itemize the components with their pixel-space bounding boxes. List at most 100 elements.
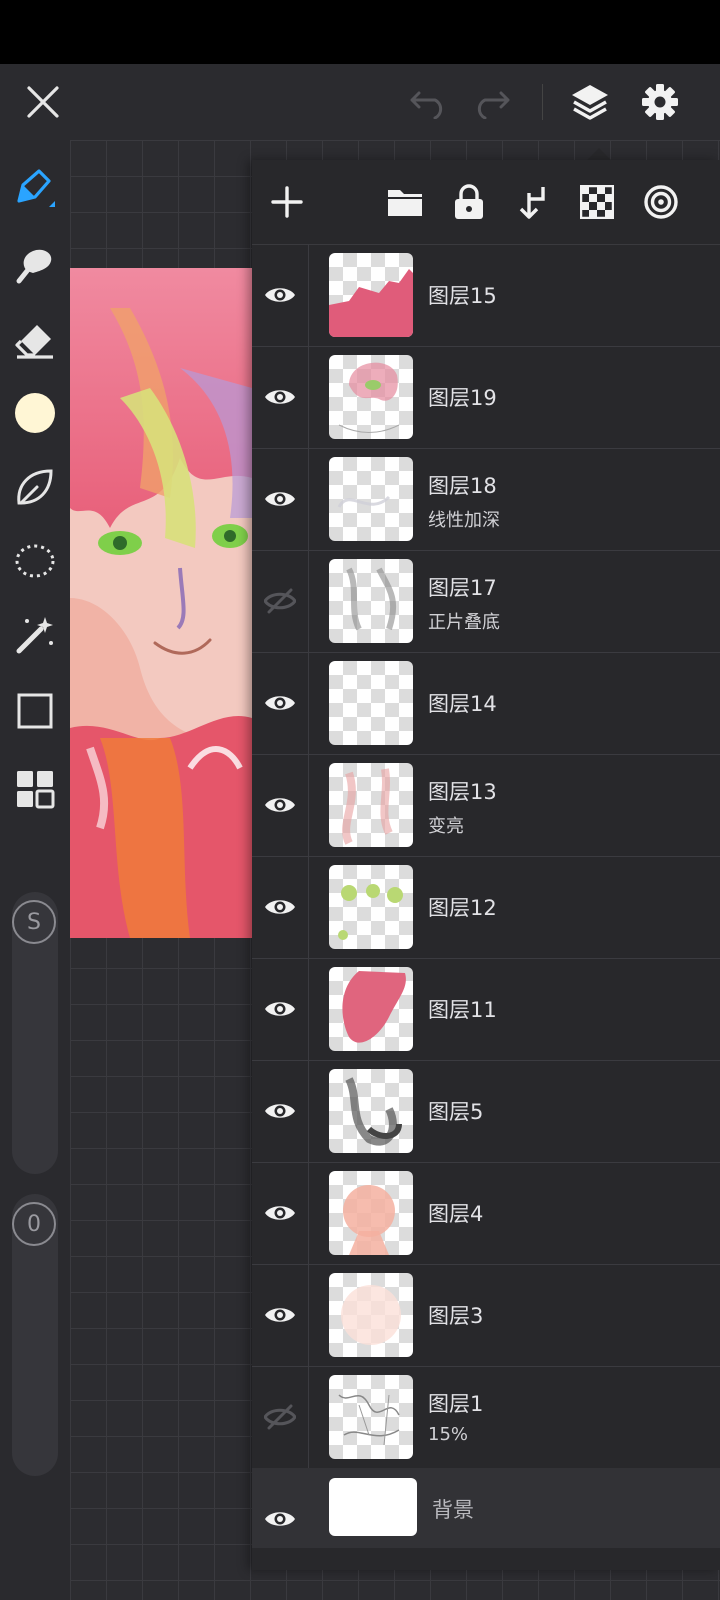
layer-blend-mode: 线性加深 [428, 510, 500, 531]
merge-down-icon [519, 187, 545, 219]
visibility-toggle[interactable] [252, 652, 309, 754]
eye-icon [265, 1512, 295, 1526]
color-picker[interactable] [10, 388, 60, 438]
layer-thumbnail [329, 661, 413, 745]
eye-icon [265, 492, 295, 506]
alpha-lock-button[interactable] [572, 177, 622, 227]
redo-button[interactable] [466, 64, 516, 140]
divider [542, 84, 543, 120]
layer-row[interactable]: 图层11 [252, 958, 720, 1061]
layer-thumbnail [329, 1375, 413, 1459]
lasso-tool[interactable] [10, 536, 60, 586]
layer-thumbnail [329, 1069, 413, 1153]
visibility-toggle[interactable] [252, 346, 309, 448]
layer-thumbnail [329, 763, 413, 847]
visibility-toggle[interactable] [252, 1264, 309, 1366]
brush-tool[interactable] [10, 162, 60, 212]
visibility-toggle[interactable] [252, 550, 309, 652]
layer-thumbnail [329, 559, 413, 643]
eraser-icon [15, 325, 53, 359]
lasso-icon [15, 544, 55, 578]
layer-row[interactable]: 图层12 [252, 856, 720, 959]
layer-name: 图层14 [428, 692, 497, 716]
layer-blend-mode: 正片叠底 [428, 612, 500, 633]
close-button[interactable] [18, 64, 68, 140]
plus-icon [271, 186, 303, 218]
add-group-button[interactable] [380, 177, 430, 227]
gear-icon [642, 84, 678, 120]
smudge-tool[interactable] [10, 240, 60, 290]
artwork-illustration [70, 268, 252, 938]
visibility-toggle[interactable] [252, 1366, 309, 1468]
rectangle-icon [17, 693, 53, 729]
visibility-toggle[interactable] [252, 856, 309, 958]
lock-icon [455, 184, 483, 219]
eye-icon [265, 390, 295, 404]
layer-row[interactable]: 图层5 [252, 1060, 720, 1163]
add-layer-button[interactable] [262, 177, 312, 227]
layer-thumbnail [329, 253, 413, 337]
visibility-toggle[interactable] [252, 958, 309, 1060]
merge-down-button[interactable] [508, 177, 558, 227]
layer-name: 图层17 [428, 576, 497, 600]
folder-icon [388, 190, 422, 216]
visibility-toggle[interactable] [252, 754, 309, 856]
eye-icon [265, 1002, 295, 1016]
transform-tool[interactable] [10, 686, 60, 736]
eye-icon [265, 798, 295, 812]
visibility-toggle[interactable] [252, 1162, 309, 1264]
visibility-toggle[interactable] [252, 448, 309, 550]
layer-row[interactable]: 图层17 正片叠底 [252, 550, 720, 653]
layer-thumbnail [329, 967, 413, 1051]
layers-toolbar [252, 160, 720, 245]
layer-thumbnail [329, 1273, 413, 1357]
blend-tool[interactable] [10, 462, 60, 512]
eye-icon [265, 1206, 295, 1220]
eye-icon [265, 696, 295, 710]
visibility-toggle[interactable] [252, 244, 309, 346]
gallery-tool[interactable] [10, 764, 60, 814]
layer-thumbnail [329, 865, 413, 949]
layer-row[interactable]: 图层1 15% [252, 1366, 720, 1469]
brush-icon [17, 169, 55, 207]
eye-icon [265, 1104, 295, 1118]
layer-name: 图层5 [428, 1100, 484, 1124]
layer-row[interactable]: 图层19 [252, 346, 720, 449]
background-layer-row[interactable]: 背景 [252, 1468, 720, 1548]
layer-row[interactable]: 图层15 [252, 244, 720, 347]
artwork-canvas[interactable] [70, 268, 252, 938]
opacity-badge: 0 [12, 1202, 56, 1246]
layer-name: 图层11 [428, 998, 497, 1022]
undo-button[interactable] [404, 64, 454, 140]
eye-hidden-icon [264, 588, 296, 614]
background-color-thumbnail [329, 1478, 417, 1536]
settings-button[interactable] [635, 64, 685, 140]
reference-button[interactable] [636, 177, 686, 227]
eraser-tool[interactable] [10, 316, 60, 366]
checker-icon [580, 185, 614, 219]
magic-wand-tool[interactable] [10, 610, 60, 660]
visibility-toggle[interactable] [252, 1060, 309, 1162]
layer-name: 图层19 [428, 386, 497, 410]
layer-row[interactable]: 图层18 线性加深 [252, 448, 720, 551]
layer-row[interactable]: 图层4 [252, 1162, 720, 1265]
layer-row[interactable]: 图层13 变亮 [252, 754, 720, 857]
left-toolbar: S 0 [0, 140, 70, 1600]
status-bar [0, 0, 720, 64]
undo-icon [410, 91, 443, 119]
close-icon [27, 86, 59, 118]
layer-name: 图层15 [428, 284, 497, 308]
layer-name: 图层4 [428, 1202, 484, 1226]
layers-icon [572, 85, 608, 120]
eye-hidden-icon [264, 1404, 296, 1430]
visibility-toggle[interactable] [252, 1468, 308, 1570]
lock-layer-button[interactable] [444, 177, 494, 227]
layer-row[interactable]: 图层3 [252, 1264, 720, 1367]
layer-name: 背景 [432, 1498, 474, 1522]
layer-thumbnail [329, 457, 413, 541]
redo-icon [477, 91, 510, 119]
layer-row[interactable]: 图层14 [252, 652, 720, 755]
layer-blend-mode: 15% [428, 1424, 469, 1445]
size-badge: S [12, 900, 56, 944]
layers-button[interactable] [565, 64, 615, 140]
